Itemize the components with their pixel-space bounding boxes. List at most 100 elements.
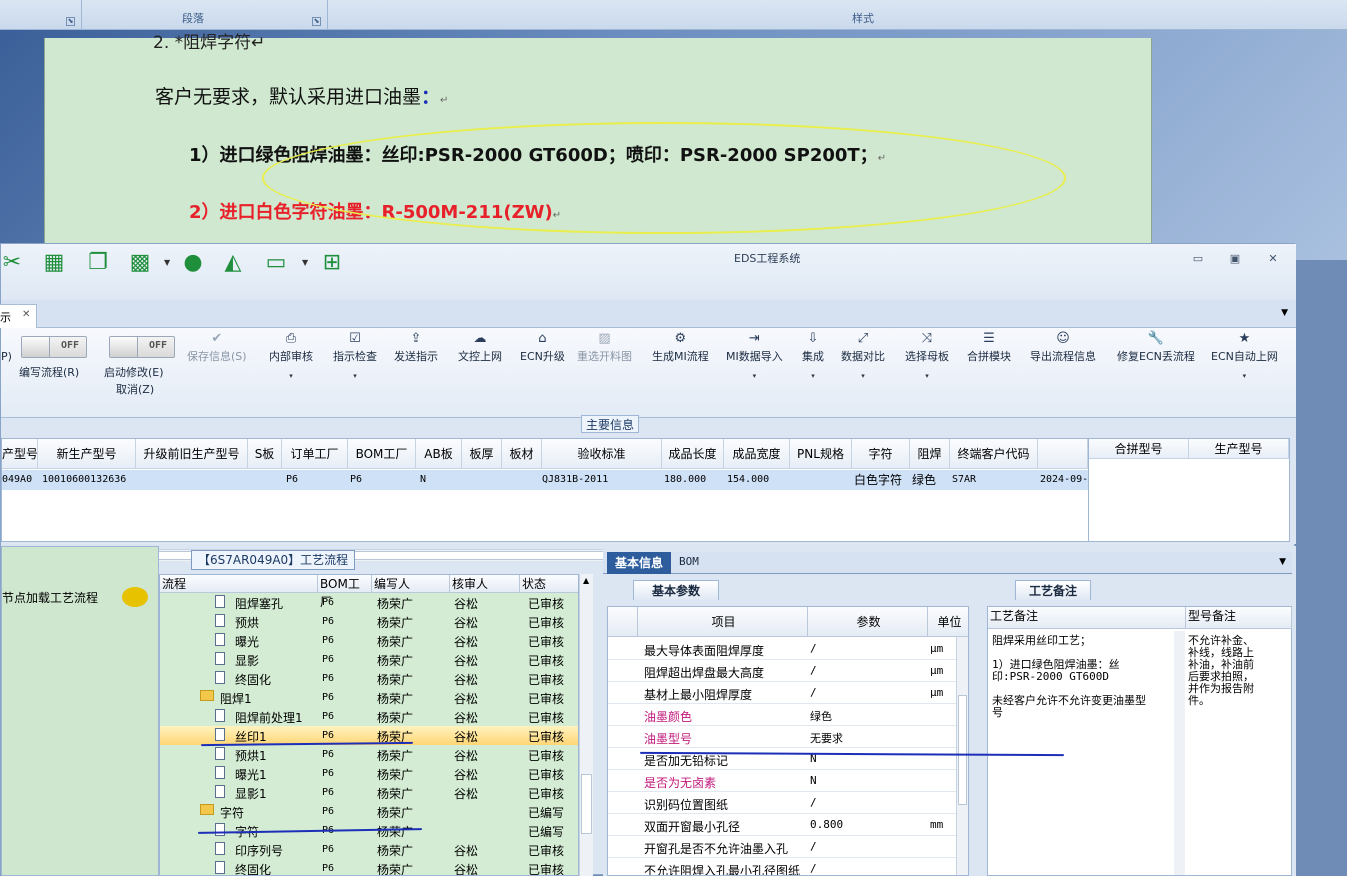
chevron-down-icon[interactable]: ▾	[333, 372, 377, 380]
chevron-down-icon[interactable]: ▾	[802, 372, 824, 380]
scissors-icon[interactable]: ✂	[0, 250, 25, 276]
tab-basic-info[interactable]: 基本信息	[607, 552, 671, 574]
internal-review-button[interactable]: ⎙ 内部审核 ▾	[269, 330, 313, 380]
col-header[interactable]: 终端客户代码	[950, 439, 1038, 469]
chevron-down-icon[interactable]: ▾	[905, 372, 949, 380]
params-scrollbar[interactable]	[956, 637, 968, 875]
user-icon[interactable]: ●	[180, 250, 206, 276]
table-row[interactable]: 终固化 P6 杨荣广 谷松 已审核	[160, 669, 578, 688]
send-instruction-button[interactable]: ⇪ 发送指示	[394, 330, 438, 364]
col-header[interactable]: 新生产型号	[38, 439, 136, 469]
instruction-check-button[interactable]: ☑ 指示检查 ▾	[333, 330, 377, 380]
laptop-dropdown-icon[interactable]: ▼	[302, 258, 308, 267]
col-header-flow[interactable]: 流程	[160, 575, 318, 593]
ecn-upgrade-button[interactable]: ⌂ ECN升级	[520, 330, 565, 364]
col-header-status[interactable]: 状态	[520, 575, 578, 593]
table-row[interactable]: 印序列号 P6 杨荣广 谷松 已审核	[160, 840, 578, 859]
restore-button[interactable]: ▣	[1227, 252, 1243, 266]
col-header[interactable]: 订单工厂	[282, 439, 348, 469]
ecn-auto-online-button[interactable]: ★ ECN自动上网 ▾	[1211, 330, 1278, 380]
table-row[interactable]: 油墨颜色 绿色	[608, 704, 968, 726]
select-mother-board-button[interactable]: ⤨ 选择母板 ▾	[905, 330, 949, 380]
repair-ecn-flow-button[interactable]: 🔧 修复ECN丢流程	[1117, 330, 1195, 364]
col-header[interactable]: 字符	[852, 439, 910, 469]
col-header-item[interactable]: 项目	[638, 607, 808, 637]
paragraph-dialog-launcher-icon[interactable]: ⬊	[312, 17, 321, 26]
table-row[interactable]: 阻焊前处理1 P6 杨荣广 谷松 已审核	[160, 707, 578, 726]
process-vertical-scrollbar[interactable]: ▲	[579, 574, 593, 876]
col-header[interactable]: 板材	[502, 439, 542, 469]
save-info-button[interactable]: ✔ 保存信息(S)	[187, 330, 247, 364]
col-header-unit[interactable]: 单位	[928, 607, 968, 637]
params-grid[interactable]: 项目 参数 单位 最大导体表面阻焊厚度 / μm 阻焊超出焊盘最大高度 / μm 基材上最小…	[607, 606, 969, 876]
col-header[interactable]: 产型号	[2, 439, 38, 469]
col-header-merge[interactable]: 合拼型号	[1089, 439, 1189, 459]
cancel-label[interactable]: 取消(Z)	[116, 381, 154, 397]
col-header-value[interactable]: 参数	[808, 607, 928, 637]
col-header[interactable]: BOM工厂	[348, 439, 416, 469]
col-header-checker[interactable]: 核审人	[450, 575, 520, 593]
merge-grid[interactable]: 合拼型号 生产型号	[1088, 438, 1290, 542]
table-row[interactable]: 阻焊超出焊盘最大高度 / μm	[608, 660, 968, 682]
reselect-cut-map-button[interactable]: ▨ 重选开料图	[577, 330, 632, 364]
col-header-production[interactable]: 生产型号	[1189, 439, 1289, 459]
col-header-process-note[interactable]: 工艺备注	[988, 607, 1186, 629]
scroll-up-icon[interactable]: ▲	[583, 576, 589, 585]
tab-list-dropdown-icon[interactable]: ▼	[1281, 308, 1288, 318]
minimize-button[interactable]: ▭	[1190, 252, 1206, 266]
table-row[interactable]: 双面开窗最小孔径 0.800 mm	[608, 814, 968, 836]
laptop-icon[interactable]: ▭	[263, 250, 289, 276]
chart-icon[interactable]: ◭	[220, 250, 246, 276]
col-header[interactable]: PNL规格	[790, 439, 852, 469]
table-row[interactable]: 开窗孔是否不允许油墨入孔 /	[608, 836, 968, 858]
chevron-down-icon[interactable]: ▾	[726, 372, 783, 380]
subtab-process-notes[interactable]: 工艺备注	[1015, 580, 1091, 600]
edit-flow-toggle[interactable]: OFF	[21, 336, 87, 358]
table-row[interactable]: 字符 P6 杨荣广 已编写	[160, 802, 578, 821]
table-row[interactable]: 终固化 P6 杨荣广 谷松 已审核	[160, 859, 578, 875]
col-header[interactable]: 阻焊	[910, 439, 950, 469]
col-header[interactable]: AB板	[416, 439, 462, 469]
chevron-down-icon[interactable]: ▾	[1211, 372, 1278, 380]
note-scrollbar[interactable]	[1174, 631, 1185, 875]
start-modify-label[interactable]: 启动修改(E)	[104, 364, 164, 380]
scroll-thumb[interactable]	[958, 695, 967, 805]
tab-bom[interactable]: BOM	[679, 555, 699, 568]
doc-control-online-button[interactable]: ☁ 文控上网	[458, 330, 502, 364]
col-header-writer[interactable]: 编写人	[372, 575, 450, 593]
col-header[interactable]: 升级前旧生产型号	[136, 439, 248, 469]
tab-dropdown-icon[interactable]: ▼	[1279, 557, 1286, 567]
table-row[interactable]: 油墨型号 无要求	[608, 726, 968, 748]
table-row[interactable]: 是否为无卤素 N	[608, 770, 968, 792]
table-row[interactable]: 显影 P6 杨荣广 谷松 已审核	[160, 650, 578, 669]
table-row[interactable]: 预烘1 P6 杨荣广 谷松 已审核	[160, 745, 578, 764]
process-note-text[interactable]: 阻焊采用丝印工艺； 1）进口绿色阻焊油墨：丝 印:PSR-2000 GT600D…	[992, 635, 1146, 719]
data-compare-button[interactable]: ⤢ 数据对比 ▾	[841, 330, 885, 380]
film-icon[interactable]: ▦	[41, 250, 67, 276]
table-row[interactable]: 预烘 P6 杨荣广 谷松 已审核	[160, 612, 578, 631]
table-row[interactable]: 识别码位置图纸 /	[608, 792, 968, 814]
grid-dropdown-icon[interactable]: ▼	[164, 258, 170, 267]
model-note-text[interactable]: 不允许补金、 补线，线路上 补油，补油前 后要求拍照， 并作为报告附 件。	[1188, 635, 1254, 707]
table-row[interactable]: 阻焊1 P6 杨荣广 谷松 已审核	[160, 688, 578, 707]
chevron-down-icon[interactable]: ▾	[269, 372, 313, 380]
table-row[interactable]: 曝光1 P6 杨荣广 谷松 已审核	[160, 764, 578, 783]
col-header[interactable]: 板厚	[462, 439, 502, 469]
notes-grid[interactable]: 工艺备注 型号备注 阻焊采用丝印工艺； 1）进口绿色阻焊油墨：丝 印:PSR-2…	[987, 606, 1292, 876]
main-info-grid[interactable]: 产型号 新生产型号 升级前旧生产型号 S板 订单工厂 BOM工厂 AB板 板厚 …	[1, 438, 1089, 561]
col-header-model-note[interactable]: 型号备注	[1186, 607, 1292, 629]
integrate-button[interactable]: ⇩ 集成 ▾	[802, 330, 824, 380]
col-header[interactable]: 成品宽度	[724, 439, 790, 469]
merge-module-button[interactable]: ☰ 合拼模块	[967, 330, 1011, 364]
col-header-bom[interactable]: BOM工厂	[318, 575, 372, 609]
subtab-basic-params[interactable]: 基本参数	[633, 580, 719, 600]
table-row[interactable]: 曝光 P6 杨荣广 谷松 已审核	[160, 631, 578, 650]
table-row[interactable]: 最大导体表面阻焊厚度 / μm	[608, 638, 968, 660]
close-button[interactable]: ✕	[1265, 252, 1281, 266]
font-dialog-launcher-icon[interactable]: ⬊	[66, 17, 75, 26]
copy-icon[interactable]: ❐	[85, 250, 111, 276]
tab-close-icon[interactable]: ✕	[22, 309, 30, 320]
chevron-down-icon[interactable]: ▾	[841, 372, 885, 380]
table-row[interactable]: 不允许阻焊入孔最小孔径图纸 /	[608, 858, 968, 875]
windows-icon[interactable]: ⊞	[319, 250, 345, 276]
